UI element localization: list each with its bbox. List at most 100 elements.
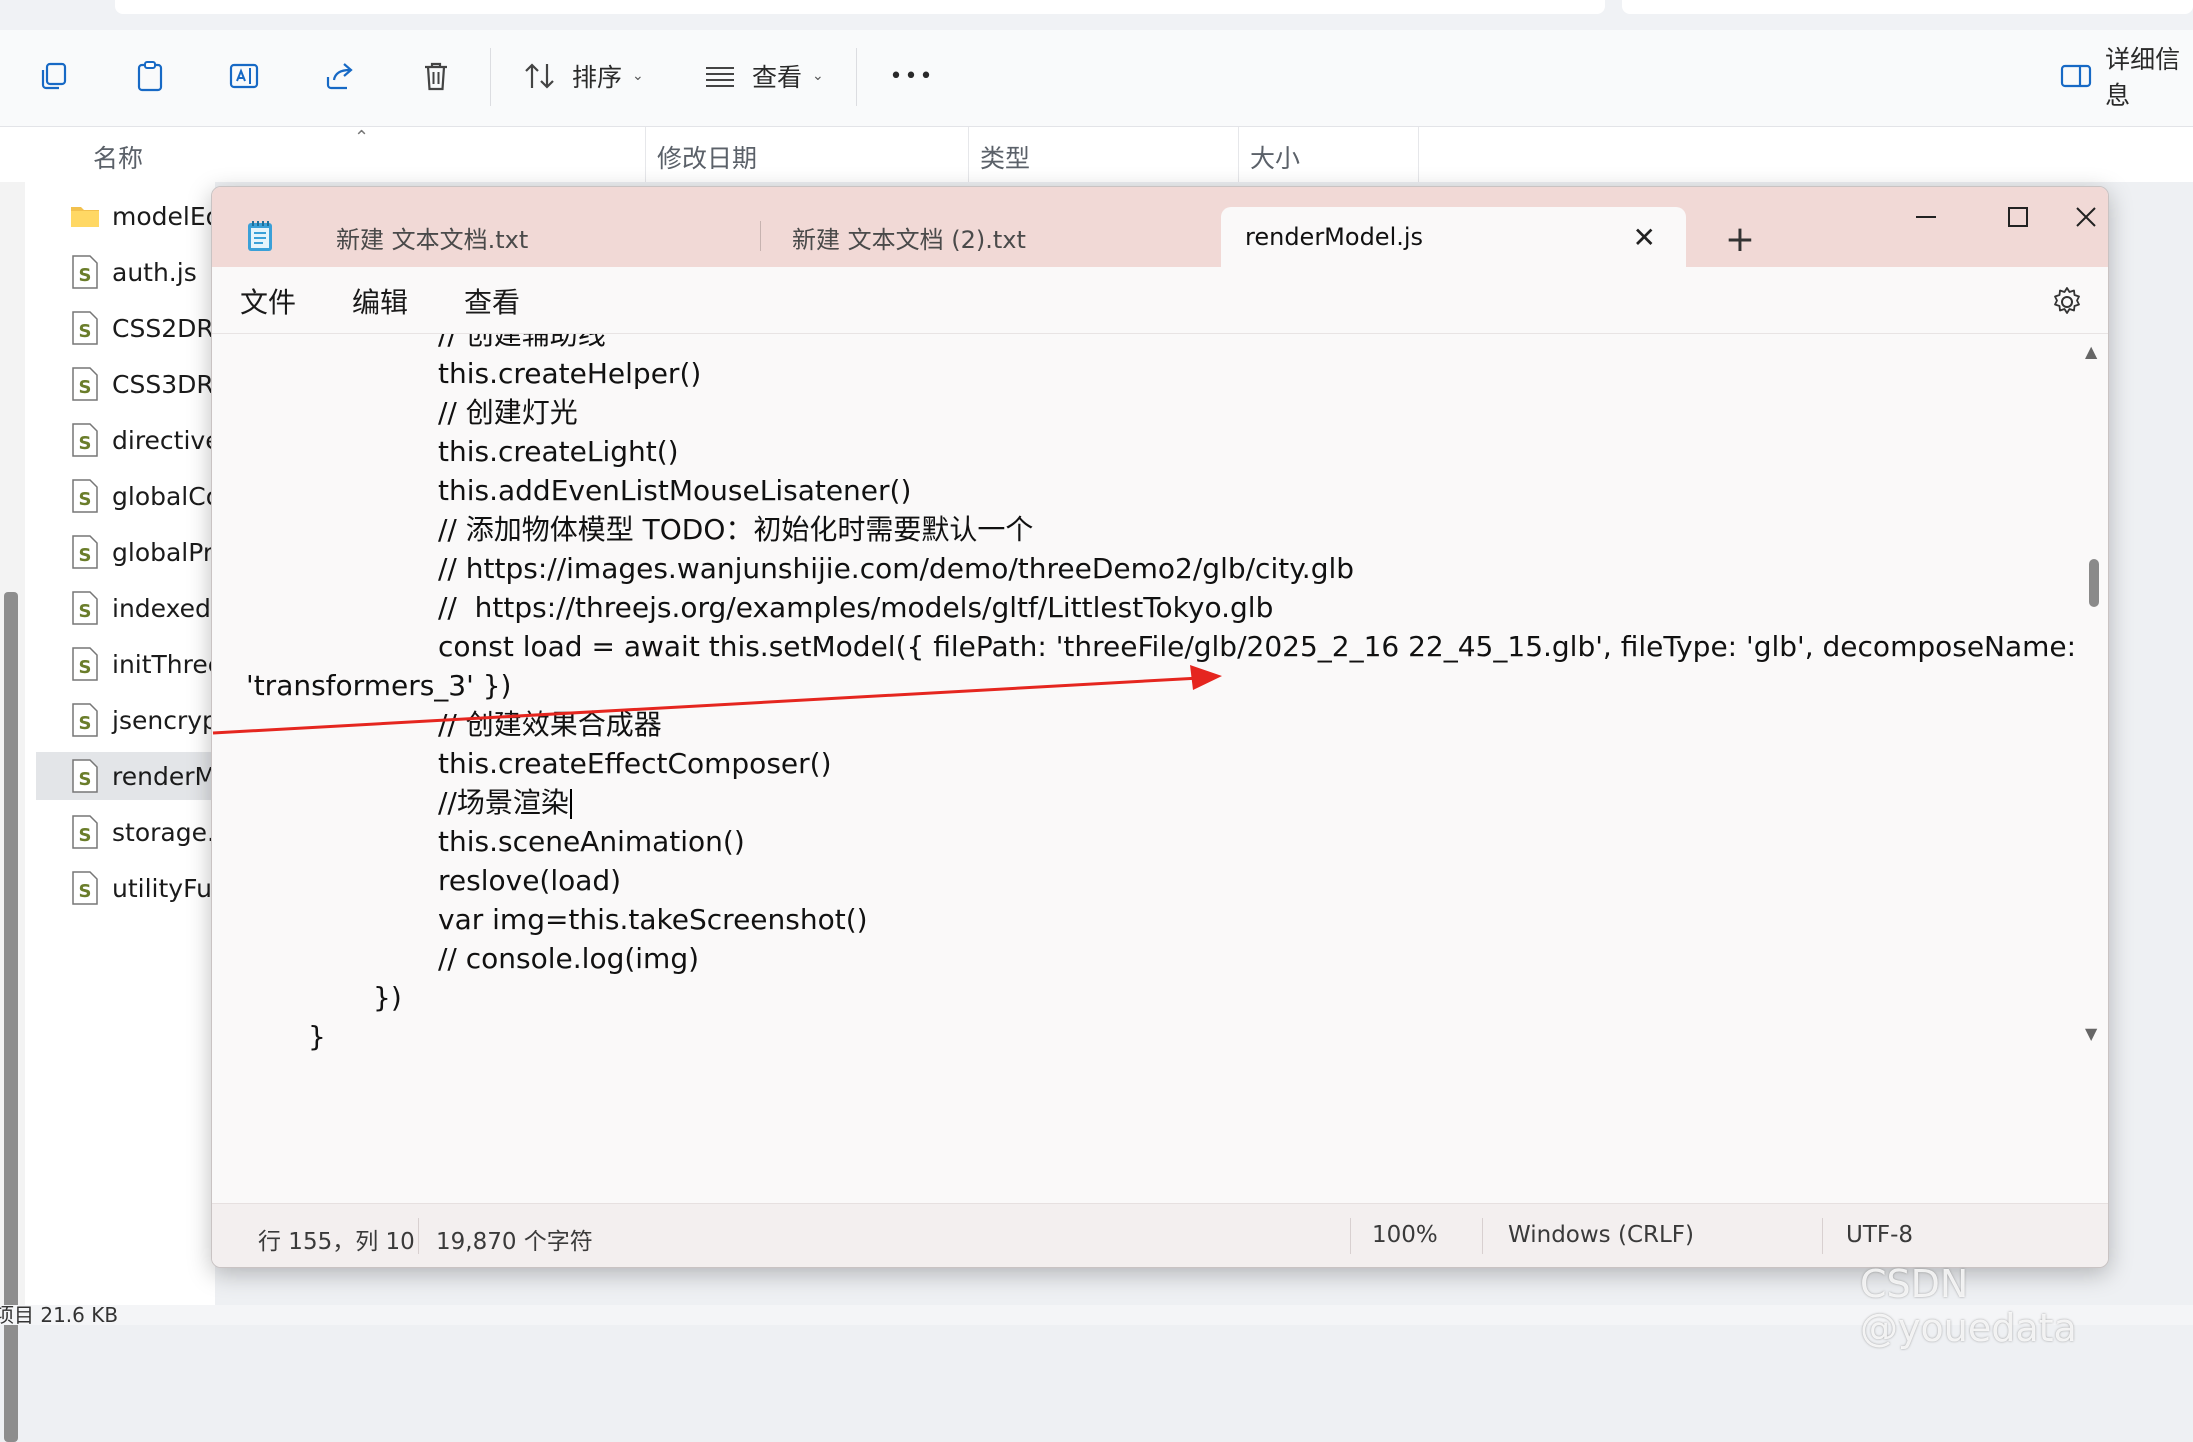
file-list-item[interactable]: Sauth.js <box>36 248 216 296</box>
minimize-button[interactable] <box>1880 187 1972 247</box>
search-box[interactable] <box>1622 0 2193 14</box>
title-bar: 新建 文本文档.txt 新建 文本文档 (2).txt renderModel.… <box>212 187 2108 267</box>
rename-icon <box>224 56 264 96</box>
text-editor[interactable]: // 创建辅助线 this.createHelper() // 创建灯光 this.c… <box>212 334 2082 1056</box>
menu-view[interactable]: 查看 <box>464 281 520 321</box>
svg-text:S: S <box>79 489 92 510</box>
file-list-item[interactable]: SglobalConfig.js <box>36 472 216 520</box>
code-line: // 创建辅助线 <box>438 334 606 354</box>
share-button[interactable] <box>318 52 362 100</box>
sort-button[interactable]: 排序 ⌄ <box>520 52 644 100</box>
code-text: this.addEvenListMouseLisatener() <box>438 474 912 507</box>
character-count: 19,870 个字符 <box>436 1229 593 1255</box>
code-text: // console.log(img) <box>438 942 700 975</box>
file-list-item[interactable]: modelEditor <box>36 192 216 240</box>
tab-render-model[interactable]: renderModel.js ✕ <box>1221 207 1686 267</box>
editor-scrollbar[interactable]: ▲ ▼ <box>2080 334 2108 1056</box>
tab-divider <box>760 221 761 251</box>
code-text: 'transformers_3' }) <box>246 669 512 702</box>
file-list-item[interactable]: Sdirective.js <box>36 416 216 464</box>
javascript-file-icon: S <box>70 702 100 738</box>
folder-icon <box>70 198 100 234</box>
tab-label: 新建 文本文档.txt <box>336 225 529 254</box>
column-divider[interactable] <box>1238 127 1239 182</box>
column-name[interactable]: 名称 <box>93 139 143 175</box>
column-size[interactable]: 大小 <box>1250 139 1300 175</box>
code-text: // 创建灯光 <box>438 396 578 429</box>
javascript-file-icon: S <box>70 366 100 402</box>
code-line: this.addEvenListMouseLisatener() <box>438 471 911 510</box>
view-button[interactable]: 查看 ⌄ <box>700 52 824 100</box>
column-divider[interactable] <box>645 127 646 182</box>
file-list-item[interactable]: SindexedDB.js <box>36 584 216 632</box>
file-name: utilityFunction.js <box>112 873 216 903</box>
file-name: directive.js <box>112 425 216 455</box>
file-name: auth.js <box>112 257 197 287</box>
code-text: // https://images.wanjunshijie.com/demo/… <box>438 552 1355 585</box>
scroll-down-icon[interactable]: ▼ <box>2085 1024 2097 1043</box>
share-icon <box>320 56 360 96</box>
details-pane-button[interactable]: 详细信息 <box>2058 45 2193 110</box>
code-line: this.createEffectComposer() <box>438 744 832 783</box>
column-divider[interactable] <box>968 127 969 182</box>
minimize-icon <box>1916 216 1936 218</box>
svg-text:S: S <box>79 769 92 790</box>
code-line: reslove(load) <box>438 861 621 900</box>
line-ending[interactable]: Windows (CRLF) <box>1508 1222 1694 1248</box>
tab-new-text-document-2[interactable]: 新建 文本文档 (2).txt <box>768 207 1188 267</box>
encoding[interactable]: UTF-8 <box>1846 1222 1913 1248</box>
copy-button[interactable] <box>32 52 76 100</box>
column-type[interactable]: 类型 <box>980 139 1030 175</box>
close-button[interactable] <box>2064 187 2108 247</box>
notepad-window: 新建 文本文档.txt 新建 文本文档 (2).txt renderModel.… <box>211 186 2109 1268</box>
file-list-item[interactable]: SglobalProperties.js <box>36 528 216 576</box>
copy-icon <box>34 56 74 96</box>
menu-file[interactable]: 文件 <box>240 281 296 321</box>
close-tab-icon[interactable]: ✕ <box>1633 221 1656 254</box>
scroll-thumb[interactable] <box>2089 559 2099 607</box>
file-list-item[interactable]: SutilityFunction.js <box>36 864 216 912</box>
close-icon <box>2076 207 2096 227</box>
column-modified[interactable]: 修改日期 <box>657 139 757 175</box>
status-divider <box>1482 1218 1483 1254</box>
code-text: // 添加物体模型 TODO：初始化时需要默认一个 <box>438 513 1034 546</box>
scroll-up-icon[interactable]: ▲ <box>2085 342 2097 361</box>
status-divider <box>1822 1218 1823 1254</box>
file-list-item[interactable]: Sjsencrypt.js <box>36 696 216 744</box>
code-line: // https://threejs.org/examples/models/g… <box>438 588 1273 627</box>
menu-edit[interactable]: 编辑 <box>352 281 408 321</box>
notepad-status-bar: 行 155，列 10 19,870 个字符 100% Windows (CRLF… <box>212 1203 2108 1267</box>
code-line: 'transformers_3' }) <box>246 666 511 705</box>
file-list-item[interactable]: S CSS2DRenderer.js <box>36 304 216 352</box>
address-bar[interactable] <box>115 0 1605 14</box>
svg-text:S: S <box>79 713 92 734</box>
svg-text:S: S <box>79 321 92 342</box>
more-options-button[interactable]: ••• <box>884 52 940 100</box>
javascript-file-icon: S <box>70 590 100 626</box>
code-line: // console.log(img) <box>438 939 699 978</box>
notepad-app-icon <box>246 219 274 253</box>
code-text: // 创建辅助线 <box>438 334 606 351</box>
rename-button[interactable] <box>222 52 266 100</box>
file-list-item[interactable]: SinitThree.js <box>36 640 216 688</box>
new-tab-button[interactable]: + <box>1712 215 1768 263</box>
javascript-file-icon: S <box>70 814 100 850</box>
javascript-file-icon: S <box>70 758 100 794</box>
maximize-button[interactable] <box>1972 187 2064 247</box>
view-list-icon <box>700 56 740 96</box>
file-list-item[interactable]: SrenderModel.js <box>36 752 216 800</box>
paste-button[interactable] <box>128 52 172 100</box>
zoom-level[interactable]: 100% <box>1372 1222 1438 1248</box>
code-line: } <box>308 1017 326 1056</box>
column-divider[interactable] <box>1418 127 1419 182</box>
delete-button[interactable] <box>414 52 458 100</box>
code-line: // 创建灯光 <box>438 393 578 432</box>
file-name: globalConfig.js <box>112 481 216 511</box>
settings-gear-icon[interactable] <box>2050 285 2084 319</box>
file-list-item[interactable]: Sstorage.js <box>36 808 216 856</box>
explorer-status-text: 项目 21.6 KB <box>0 1303 119 1327</box>
file-list-item[interactable]: S CSS3DRenderer.js <box>36 360 216 408</box>
code-text: this.createHelper() <box>438 357 702 390</box>
chevron-down-icon: ⌄ <box>632 68 644 84</box>
tab-new-text-document[interactable]: 新建 文本文档.txt <box>312 207 692 267</box>
